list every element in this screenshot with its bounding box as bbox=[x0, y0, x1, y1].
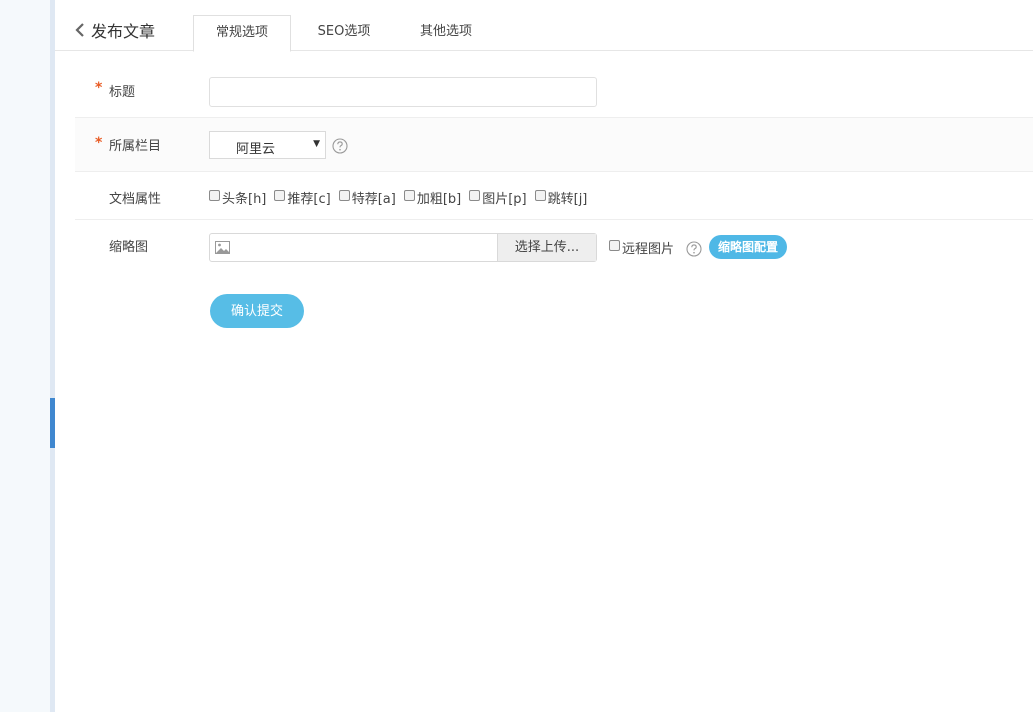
checkbox-special[interactable]: 特荐[a] bbox=[338, 188, 396, 207]
category-select[interactable]: 阿里云 ▼ bbox=[209, 131, 326, 159]
title-input[interactable] bbox=[209, 77, 597, 107]
question-circle-icon[interactable] bbox=[686, 241, 702, 257]
tab-general[interactable]: 常规选项 bbox=[193, 15, 291, 52]
checkbox-headline[interactable]: 头条[h] bbox=[209, 188, 266, 207]
checkbox[interactable] bbox=[338, 190, 350, 201]
checkbox-label: 图片[p] bbox=[482, 192, 527, 207]
required-mark: * bbox=[95, 135, 103, 151]
checkbox[interactable] bbox=[209, 190, 220, 201]
category-label: 所属栏目 bbox=[109, 139, 162, 154]
upload-button[interactable]: 选择上传... bbox=[497, 234, 596, 261]
checkbox[interactable] bbox=[534, 190, 546, 201]
checkbox-redirect[interactable]: 跳转[j] bbox=[534, 188, 588, 207]
title-row: * 标题 bbox=[75, 63, 1033, 118]
attributes-row: 文档属性 头条[h] 推荐[c] 特荐[a] 加粗[b] 图片[p] 跳转[j] bbox=[75, 172, 1033, 220]
thumbnail-config-button[interactable]: 缩略图配置 bbox=[709, 235, 788, 259]
thumbnail-input[interactable]: 选择上传... bbox=[209, 233, 597, 262]
tab-other[interactable]: 其他选项 bbox=[397, 15, 495, 51]
caret-down-icon: ▼ bbox=[313, 139, 320, 149]
remote-image-checkbox[interactable]: 远程图片 bbox=[609, 238, 674, 257]
back-button[interactable]: 发布文章 bbox=[75, 18, 155, 42]
submit-button[interactable]: 确认提交 bbox=[210, 294, 304, 328]
checkbox-picture[interactable]: 图片[p] bbox=[469, 188, 527, 207]
checkbox-label: 特荐[a] bbox=[351, 192, 396, 207]
category-selected-value: 阿里云 bbox=[236, 142, 276, 157]
page-title: 发布文章 bbox=[91, 22, 156, 41]
question-circle-icon[interactable] bbox=[332, 138, 348, 154]
image-icon bbox=[215, 241, 230, 254]
checkbox[interactable] bbox=[403, 190, 415, 201]
main-content: 发布文章 常规选项 SEO选项 其他选项 * 标题 * 所属栏目 阿里云 ▼ 文… bbox=[55, 0, 1033, 712]
checkbox-label: 加粗[b] bbox=[416, 192, 462, 207]
chevron-left-icon bbox=[75, 23, 84, 37]
remote-image-label: 远程图片 bbox=[622, 242, 675, 257]
checkbox[interactable] bbox=[469, 190, 481, 201]
attributes-options: 头条[h] 推荐[c] 特荐[a] 加粗[b] 图片[p] 跳转[j] bbox=[209, 188, 595, 207]
title-label: 标题 bbox=[109, 85, 136, 100]
required-mark: * bbox=[95, 80, 103, 96]
thumbnail-row: 缩略图 选择上传... 远程图片 缩略图配置 bbox=[75, 220, 1033, 280]
checkbox-recommend[interactable]: 推荐[c] bbox=[274, 188, 331, 207]
sidebar bbox=[0, 0, 50, 712]
checkbox-label: 跳转[j] bbox=[547, 192, 588, 207]
tab-seo[interactable]: SEO选项 bbox=[295, 15, 393, 51]
header: 发布文章 常规选项 SEO选项 其他选项 bbox=[55, 0, 1033, 52]
thumbnail-label: 缩略图 bbox=[109, 240, 149, 255]
checkbox-bold[interactable]: 加粗[b] bbox=[403, 188, 462, 207]
checkbox-label: 推荐[c] bbox=[287, 192, 331, 207]
checkbox[interactable] bbox=[274, 190, 286, 201]
checkbox-label: 头条[h] bbox=[222, 192, 267, 207]
attributes-label: 文档属性 bbox=[109, 192, 162, 207]
category-row: * 所属栏目 阿里云 ▼ bbox=[75, 118, 1033, 172]
checkbox[interactable] bbox=[609, 240, 620, 251]
